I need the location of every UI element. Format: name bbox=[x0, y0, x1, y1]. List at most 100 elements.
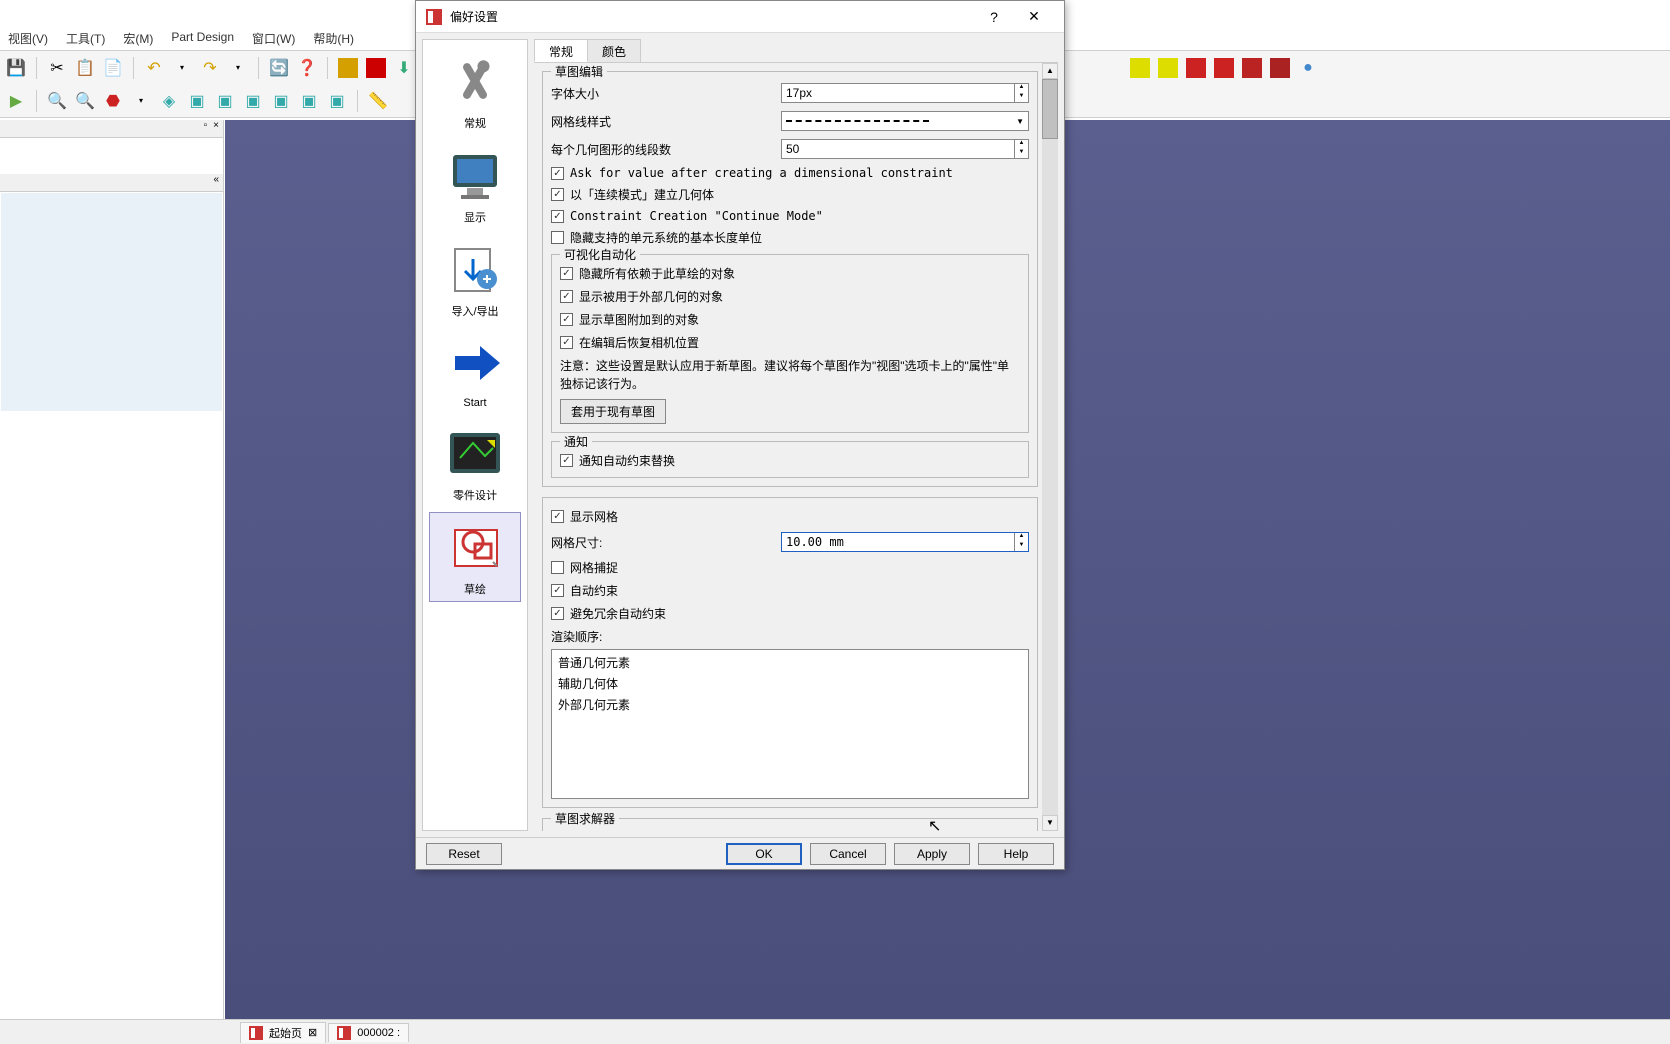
menu-part-design[interactable]: Part Design bbox=[171, 30, 234, 50]
chk-show-external[interactable]: ✓ bbox=[560, 290, 573, 303]
undo-icon[interactable]: ↶ bbox=[142, 56, 166, 80]
sidebar-item-sketcher[interactable]: 草绘 bbox=[429, 512, 521, 602]
chk-auto-constraint[interactable]: ✓ bbox=[551, 584, 564, 597]
sidebar-item-general[interactable]: 常规 bbox=[429, 46, 521, 136]
menu-window[interactable]: 窗口(W) bbox=[252, 30, 295, 50]
draw-arrow-icon[interactable]: ▾ bbox=[129, 89, 153, 113]
paste-icon[interactable]: 📄 bbox=[101, 56, 125, 80]
chk-show-grid[interactable]: ✓ bbox=[551, 510, 564, 523]
3d-box-2-icon[interactable] bbox=[1156, 56, 1180, 80]
group-title-sketch-edit: 草图编辑 bbox=[551, 63, 607, 80]
label-grid-size: 网格尺寸: bbox=[551, 534, 781, 551]
scroll-down-icon[interactable]: ▼ bbox=[1042, 815, 1058, 831]
sidebar-item-start[interactable]: Start bbox=[429, 328, 521, 414]
right-icon[interactable]: ▣ bbox=[241, 89, 265, 113]
chk-ask-value[interactable]: ✓ bbox=[551, 167, 564, 180]
menu-macro[interactable]: 宏(M) bbox=[123, 30, 153, 50]
scroll-track[interactable] bbox=[1042, 79, 1058, 815]
redo-icon[interactable]: ↷ bbox=[198, 56, 222, 80]
help-button[interactable]: Help bbox=[978, 843, 1054, 865]
draw-style-icon[interactable]: ⬣ bbox=[101, 89, 125, 113]
menu-help[interactable]: 帮助(H) bbox=[313, 30, 354, 50]
3d-box-r3-icon[interactable] bbox=[1240, 56, 1264, 80]
scroll-up-icon[interactable]: ▲ bbox=[1042, 63, 1058, 79]
refresh-icon[interactable]: 🔄 bbox=[267, 56, 291, 80]
combo-grid-style[interactable] bbox=[781, 111, 1029, 131]
3d-sphere-icon[interactable]: ● bbox=[1296, 56, 1320, 80]
top-icon[interactable]: ▣ bbox=[213, 89, 237, 113]
list-item[interactable]: 辅助几何体 bbox=[554, 673, 1026, 694]
play-icon[interactable]: ▶ bbox=[4, 89, 28, 113]
cut-icon[interactable]: ✂ bbox=[45, 56, 69, 80]
sidebar-item-display[interactable]: 显示 bbox=[429, 140, 521, 230]
input-segments[interactable]: 50▲▼ bbox=[781, 139, 1029, 159]
listbox-render-order[interactable]: 普通几何元素 辅助几何体 外部几何元素 bbox=[551, 649, 1029, 799]
chk-show-attached[interactable]: ✓ bbox=[560, 313, 573, 326]
input-font-size[interactable]: 17px▲▼ bbox=[781, 83, 1029, 103]
menu-tools[interactable]: 工具(T) bbox=[66, 30, 105, 50]
monitor-icon bbox=[440, 145, 510, 205]
ok-button[interactable]: OK bbox=[726, 843, 802, 865]
tab-general[interactable]: 常规 bbox=[534, 39, 588, 62]
reset-button[interactable]: Reset bbox=[426, 843, 502, 865]
menu-view[interactable]: 视图(V) bbox=[8, 30, 48, 50]
list-item[interactable]: 外部几何元素 bbox=[554, 694, 1026, 715]
doc-tab-start[interactable]: 起始页 ⊠ bbox=[240, 1022, 326, 1043]
3d-box-r1-icon[interactable] bbox=[1184, 56, 1208, 80]
iso-icon[interactable]: ◈ bbox=[157, 89, 181, 113]
apply-button[interactable]: Apply bbox=[894, 843, 970, 865]
chk-avoid-redundant[interactable]: ✓ bbox=[551, 607, 564, 620]
zoom-fit-icon[interactable]: 🔍 bbox=[45, 89, 69, 113]
chk-continue-constraint[interactable]: ✓ bbox=[551, 210, 564, 223]
chk-hide-dependent[interactable]: ✓ bbox=[560, 267, 573, 280]
panel-close-icon[interactable]: × bbox=[213, 120, 219, 137]
3d-box-r2-icon[interactable] bbox=[1212, 56, 1236, 80]
close-icon[interactable]: ✕ bbox=[1014, 2, 1054, 32]
chk-restore-camera[interactable]: ✓ bbox=[560, 336, 573, 349]
zoom-sel-icon[interactable]: 🔍 bbox=[73, 89, 97, 113]
sidebar-item-import-export[interactable]: 导入/导出 bbox=[429, 234, 521, 324]
chk-notify-auto-constraint[interactable]: ✓ bbox=[560, 454, 573, 467]
tab-color[interactable]: 颜色 bbox=[587, 39, 641, 62]
spin-down-icon[interactable]: ▼ bbox=[1014, 542, 1028, 551]
cancel-button[interactable]: Cancel bbox=[810, 843, 886, 865]
sidebar-item-part-design[interactable]: 零件设计 bbox=[429, 418, 521, 508]
spin-down-icon[interactable]: ▼ bbox=[1014, 149, 1028, 158]
download-icon[interactable]: ⬇ bbox=[392, 56, 416, 80]
box-gold-icon[interactable] bbox=[336, 56, 360, 80]
redo-arrow-icon[interactable]: ▾ bbox=[226, 56, 250, 80]
help-button-icon[interactable]: ? bbox=[974, 2, 1014, 32]
label-ask-value: Ask for value after creating a dimension… bbox=[570, 166, 953, 180]
left-icon[interactable]: ▣ bbox=[325, 89, 349, 113]
vertical-scrollbar[interactable]: ▲ ▼ bbox=[1042, 63, 1058, 831]
spin-up-icon[interactable]: ▲ bbox=[1014, 84, 1028, 93]
statusbar: 起始页 ⊠ 000002 : bbox=[0, 1019, 1670, 1044]
rear-icon[interactable]: ▣ bbox=[269, 89, 293, 113]
chk-continue-geo[interactable]: ✓ bbox=[551, 188, 564, 201]
panel-collapse-icon[interactable]: « bbox=[213, 174, 219, 191]
3d-box-1-icon[interactable] bbox=[1128, 56, 1152, 80]
label-grid-auto-constraint: 自动约束 bbox=[570, 582, 618, 599]
panel-float-icon[interactable]: ▫ bbox=[204, 120, 208, 137]
whats-this-icon[interactable]: ❓ bbox=[295, 56, 319, 80]
settings-scroll-area[interactable]: 草图编辑 字体大小 17px▲▼ 网格线样式 每个几何图形的线段数 50▲▼ bbox=[534, 63, 1058, 831]
apply-to-sketches-button[interactable]: 套用于现有草图 bbox=[560, 399, 666, 424]
close-tab-icon[interactable]: ⊠ bbox=[308, 1026, 317, 1039]
box-red-icon[interactable] bbox=[364, 56, 388, 80]
measure-icon[interactable]: 📏 bbox=[366, 89, 390, 113]
input-grid-size[interactable]: 10.00 mm▲▼ bbox=[781, 532, 1029, 552]
front-icon[interactable]: ▣ bbox=[185, 89, 209, 113]
chk-grid-snap[interactable] bbox=[551, 561, 564, 574]
doc-tab-000002[interactable]: 000002 : bbox=[328, 1023, 409, 1042]
chk-hide-base-length[interactable] bbox=[551, 231, 564, 244]
3d-box-r4-icon[interactable] bbox=[1268, 56, 1292, 80]
scroll-thumb[interactable] bbox=[1042, 79, 1058, 139]
bottom-icon[interactable]: ▣ bbox=[297, 89, 321, 113]
spin-down-icon[interactable]: ▼ bbox=[1014, 93, 1028, 102]
copy-icon[interactable]: 📋 bbox=[73, 56, 97, 80]
list-item[interactable]: 普通几何元素 bbox=[554, 652, 1026, 673]
undo-arrow-icon[interactable]: ▾ bbox=[170, 56, 194, 80]
spin-up-icon[interactable]: ▲ bbox=[1014, 533, 1028, 542]
save-icon[interactable]: 💾 bbox=[4, 56, 28, 80]
spin-up-icon[interactable]: ▲ bbox=[1014, 140, 1028, 149]
